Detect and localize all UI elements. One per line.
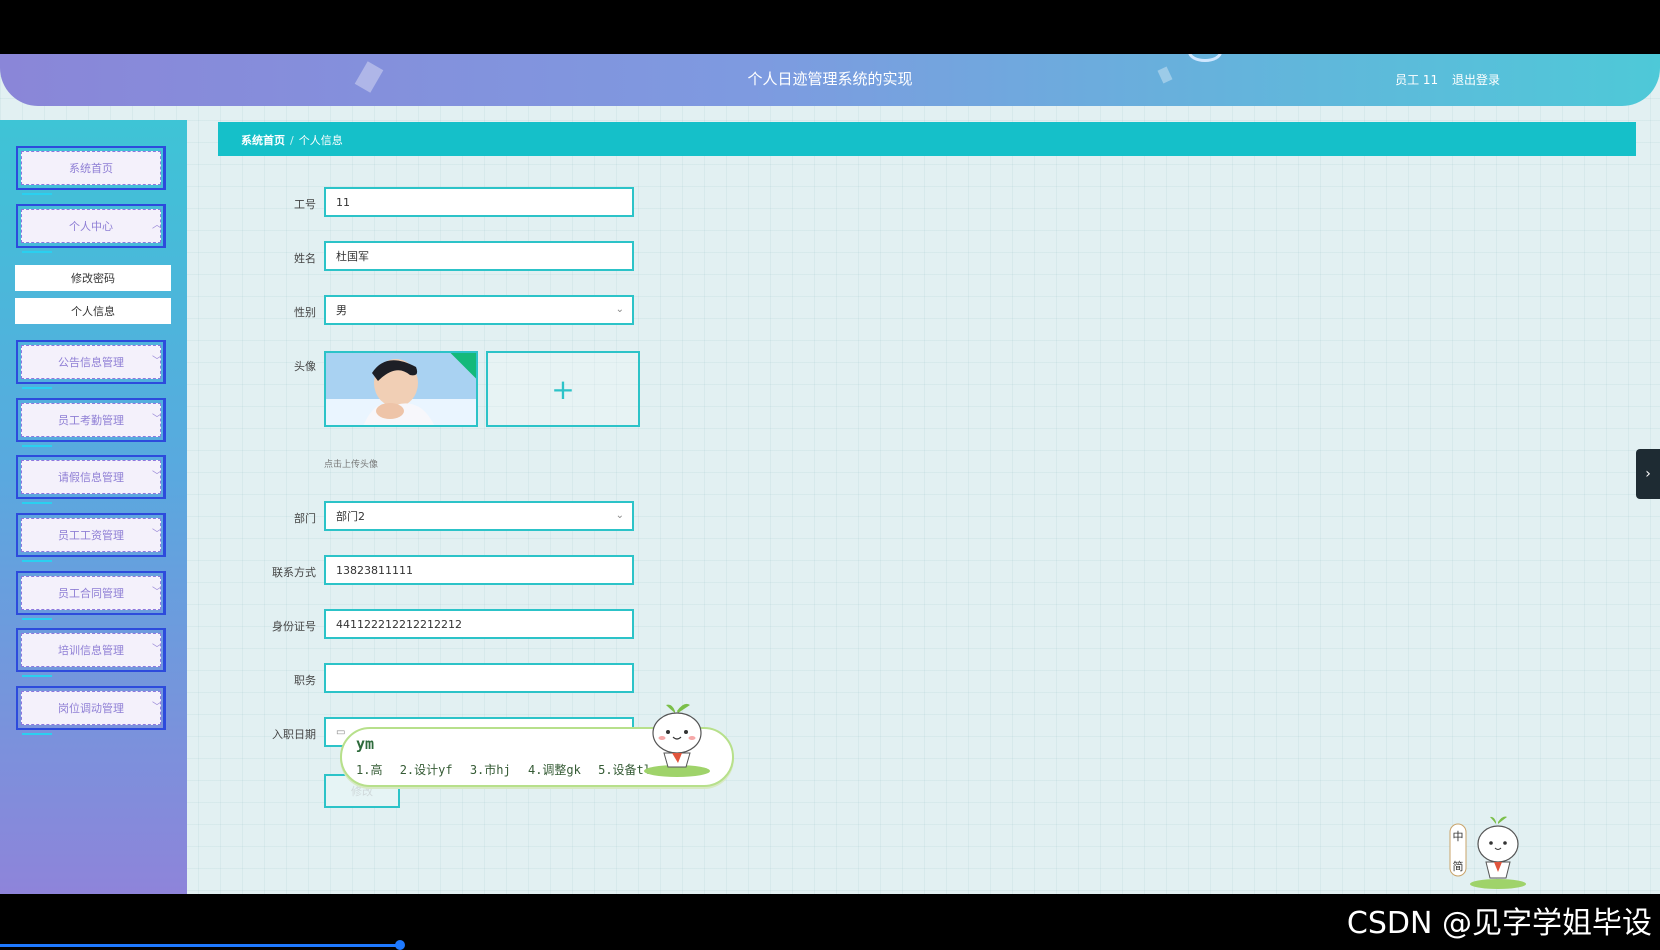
chevron-down-icon: ﹀: [152, 356, 162, 367]
chevron-down-icon: ⌄: [615, 304, 624, 315]
chevron-down-icon: ﹀: [152, 471, 162, 482]
ime-candidate-window: ym 1.高 2.设计yf 3.市hj 4.调整gk 5.设备tl ◂▸: [340, 703, 734, 787]
name-input[interactable]: [336, 249, 622, 263]
chevron-down-icon: ﹀: [152, 702, 162, 713]
breadcrumb-separator: /: [290, 134, 294, 147]
top-header: 个人日迹管理系统的实现 员工 11 退出登录: [0, 54, 1660, 106]
ime-mode-chinese: 中: [1453, 830, 1464, 843]
contact-label: 联系方式: [272, 566, 316, 579]
contact-input[interactable]: [336, 563, 622, 577]
chevron-down-icon: ﹀: [152, 587, 162, 598]
sidebar-item-label: 培训信息管理: [58, 644, 124, 657]
position-field[interactable]: [324, 663, 634, 693]
name-label: 姓名: [294, 252, 316, 265]
upload-tip: 点击上传头像: [324, 460, 379, 470]
sidebar-item-label: 员工合同管理: [58, 587, 124, 600]
logout-link[interactable]: 退出登录: [1452, 73, 1500, 87]
chevron-up-icon: ︿: [152, 220, 162, 231]
sidebar-item-leave[interactable]: 请假信息管理 ﹀: [16, 455, 170, 504]
sidebar-item-training[interactable]: 培训信息管理 ﹀: [16, 628, 170, 677]
chevron-right-icon[interactable]: ›: [1636, 449, 1660, 499]
department-select[interactable]: 部门2 ⌄: [324, 501, 634, 531]
sidebar-item-label: 岗位调动管理: [58, 702, 124, 715]
sidebar-item-label: 员工考勤管理: [58, 414, 124, 427]
decor-arc: [1188, 54, 1222, 62]
ime-status-mascot-icon[interactable]: 中 简: [1448, 814, 1532, 890]
id-card-input[interactable]: [336, 617, 622, 631]
breadcrumb-current: 个人信息: [298, 134, 343, 147]
sidebar-item-label: 个人中心: [69, 220, 113, 233]
chevron-down-icon: ﹀: [152, 414, 162, 425]
breadcrumb-home[interactable]: 系统首页: [241, 134, 285, 147]
chevron-down-icon: ﹀: [152, 529, 162, 540]
hire-date-label: 入职日期: [272, 728, 316, 741]
ime-mascot-icon: [644, 703, 710, 777]
progress-line: [0, 944, 400, 947]
employee-id-field[interactable]: [324, 187, 634, 217]
name-field[interactable]: [324, 241, 634, 271]
position-input[interactable]: [336, 671, 622, 685]
department-label: 部门: [294, 512, 316, 525]
breadcrumb: 系统首页 / 个人信息: [218, 122, 1636, 156]
sidebar-subitem-personal-info[interactable]: 个人信息: [15, 298, 171, 324]
watermark: CSDN @见字学姐毕设: [1346, 906, 1652, 941]
ime-mode-simplified: 简: [1453, 859, 1464, 873]
username[interactable]: 员工 11: [1395, 73, 1438, 87]
sidebar-item-personal-center[interactable]: 个人中心 ︿: [16, 204, 170, 253]
gender-label: 性别: [294, 306, 316, 319]
ime-candidate[interactable]: 3.市hj: [470, 763, 511, 777]
screen: 个人日迹管理系统的实现 员工 11 退出登录 系统首页 个人中心 ︿ 修改密码 …: [0, 0, 1660, 950]
chevron-down-icon: ﹀: [152, 644, 162, 655]
sidebar: 系统首页 个人中心 ︿ 修改密码 个人信息 公告信息管理 ﹀ 员工考勤管理 ﹀: [0, 120, 187, 894]
app-window: 个人日迹管理系统的实现 员工 11 退出登录 系统首页 个人中心 ︿ 修改密码 …: [0, 54, 1660, 894]
id-card-field[interactable]: [324, 609, 634, 639]
contact-field[interactable]: [324, 555, 634, 585]
upload-avatar-button[interactable]: +: [486, 351, 640, 427]
sidebar-item-label: 公告信息管理: [58, 356, 124, 369]
ime-candidate[interactable]: 4.调整gk: [528, 763, 581, 777]
sidebar-item-home[interactable]: 系统首页: [16, 146, 170, 195]
sidebar-item-label: 系统首页: [69, 162, 113, 175]
employee-id-label: 工号: [294, 198, 316, 211]
plus-icon: +: [551, 372, 575, 406]
avatar-image: [326, 353, 476, 425]
id-card-label: 身份证号: [272, 620, 316, 633]
sidebar-item-contract[interactable]: 员工合同管理 ﹀: [16, 571, 170, 620]
gender-select[interactable]: 男 ⌄: [324, 295, 634, 325]
avatar-thumbnail[interactable]: [324, 351, 478, 427]
sidebar-item-attendance[interactable]: 员工考勤管理 ﹀: [16, 398, 170, 447]
position-label: 职务: [294, 674, 316, 687]
sidebar-item-label: 请假信息管理: [58, 471, 124, 484]
sidebar-item-notice[interactable]: 公告信息管理 ﹀: [16, 340, 170, 389]
sidebar-subitem-change-password[interactable]: 修改密码: [15, 265, 171, 291]
user-area: 员工 11 退出登录: [1385, 71, 1500, 88]
department-value: 部门2: [336, 510, 365, 523]
gender-value: 男: [336, 304, 347, 317]
ime-composition: ym: [356, 735, 375, 753]
employee-id-input[interactable]: [336, 195, 622, 209]
ime-candidate[interactable]: 1.高: [356, 763, 382, 777]
sidebar-item-transfer[interactable]: 岗位调动管理 ﹀: [16, 686, 170, 735]
ime-candidate[interactable]: 2.设计yf: [400, 763, 453, 777]
avatar-label: 头像: [294, 360, 316, 373]
sidebar-item-label: 员工工资管理: [58, 529, 124, 542]
sidebar-item-salary[interactable]: 员工工资管理 ﹀: [16, 513, 170, 562]
chevron-down-icon: ⌄: [615, 510, 624, 521]
progress-handle[interactable]: [395, 940, 405, 950]
calendar-icon: ▭: [336, 726, 346, 738]
